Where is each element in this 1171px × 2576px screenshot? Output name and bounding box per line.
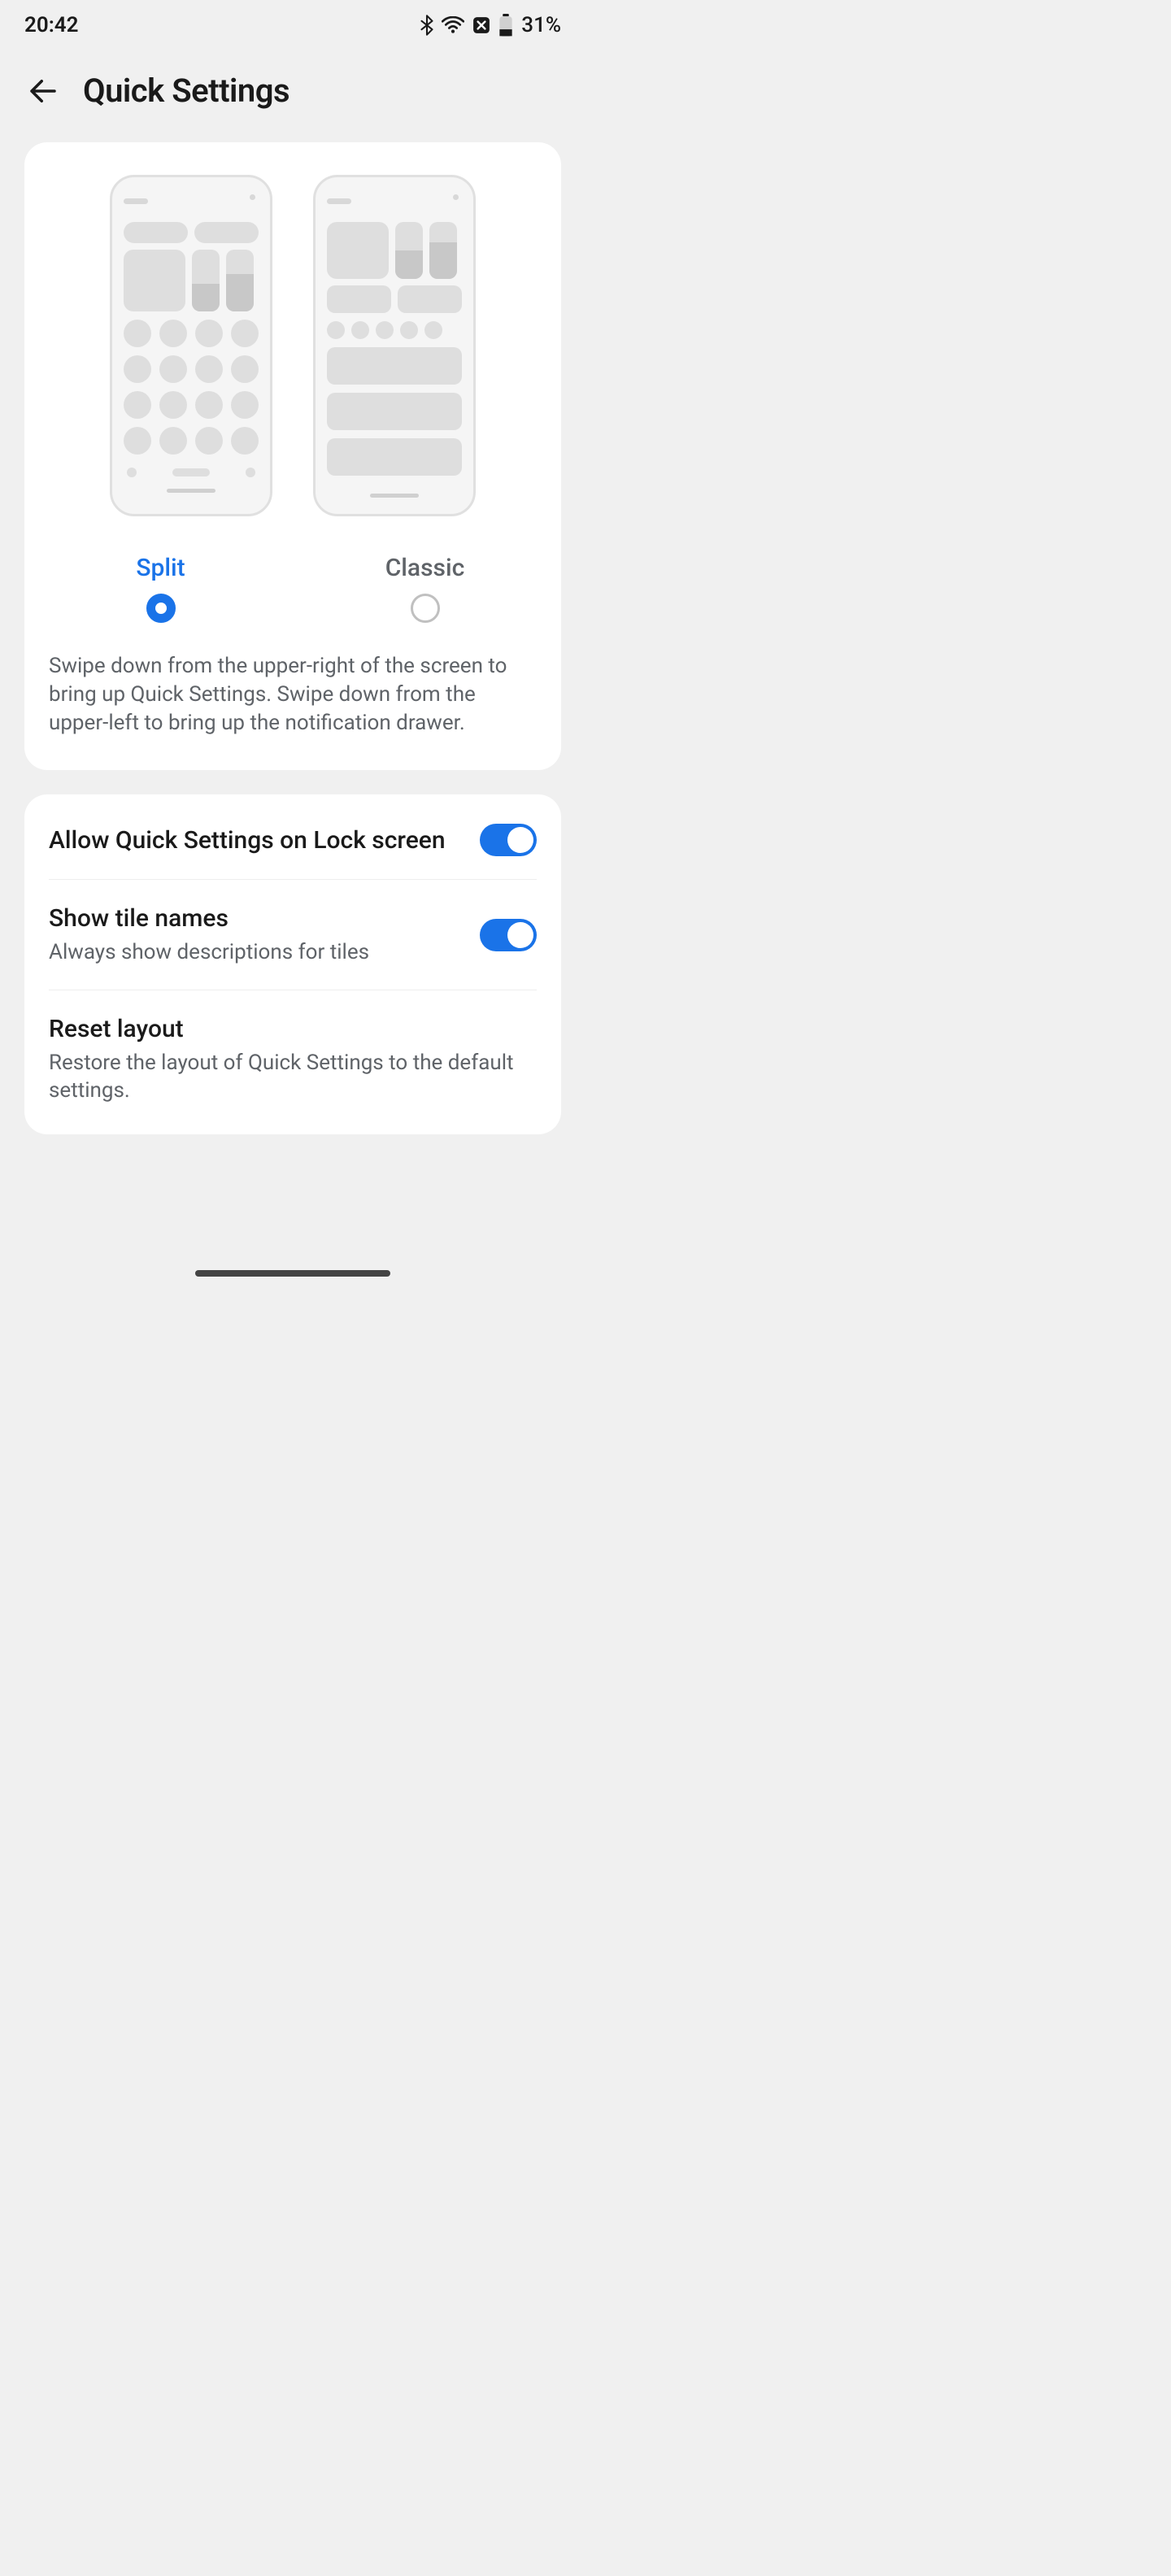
layout-option-classic[interactable]: Classic [313,554,537,623]
status-time: 20:42 [24,13,79,37]
setting-show-tile-names[interactable]: Show tile names Always show descriptions… [49,879,537,990]
setting-title: Reset layout [49,1013,537,1045]
setting-subtitle: Always show descriptions for tiles [49,939,464,967]
layout-option-label: Classic [313,554,537,582]
page-title: Quick Settings [83,72,289,110]
battery-icon [498,14,513,37]
preview-classic[interactable] [313,175,476,516]
setting-title: Show tile names [49,903,464,934]
setting-allow-lock[interactable]: Allow Quick Settings on Lock screen [49,801,537,879]
wifi-icon [442,16,464,34]
layout-option-split[interactable]: Split [49,554,272,623]
layout-description: Swipe down from the upper-right of the s… [49,652,537,738]
toggle-show-tile-names[interactable] [480,919,537,951]
toggle-allow-lock[interactable] [480,824,537,856]
layout-option-label: Split [49,554,272,582]
battery-percent: 31% [521,13,561,37]
status-bar: 20:42 31% [0,0,586,47]
home-indicator[interactable] [195,1270,390,1277]
layout-previews [49,175,537,516]
data-off-icon [472,16,490,34]
page-header: Quick Settings [0,47,586,142]
back-icon[interactable] [26,74,60,108]
layout-options: Split Classic [49,554,537,623]
setting-reset-layout[interactable]: Reset layout Restore the layout of Quick… [49,990,537,1128]
layout-picker-card: Split Classic Swipe down from the upper-… [24,142,561,770]
setting-title: Allow Quick Settings on Lock screen [49,825,464,856]
status-icons: 31% [420,13,561,37]
preview-split[interactable] [110,175,272,516]
radio-unselected-icon [411,594,440,623]
setting-subtitle: Restore the layout of Quick Settings to … [49,1050,537,1105]
radio-selected-icon [146,594,176,623]
bluetooth-icon [420,15,433,36]
settings-list: Allow Quick Settings on Lock screen Show… [24,794,561,1134]
